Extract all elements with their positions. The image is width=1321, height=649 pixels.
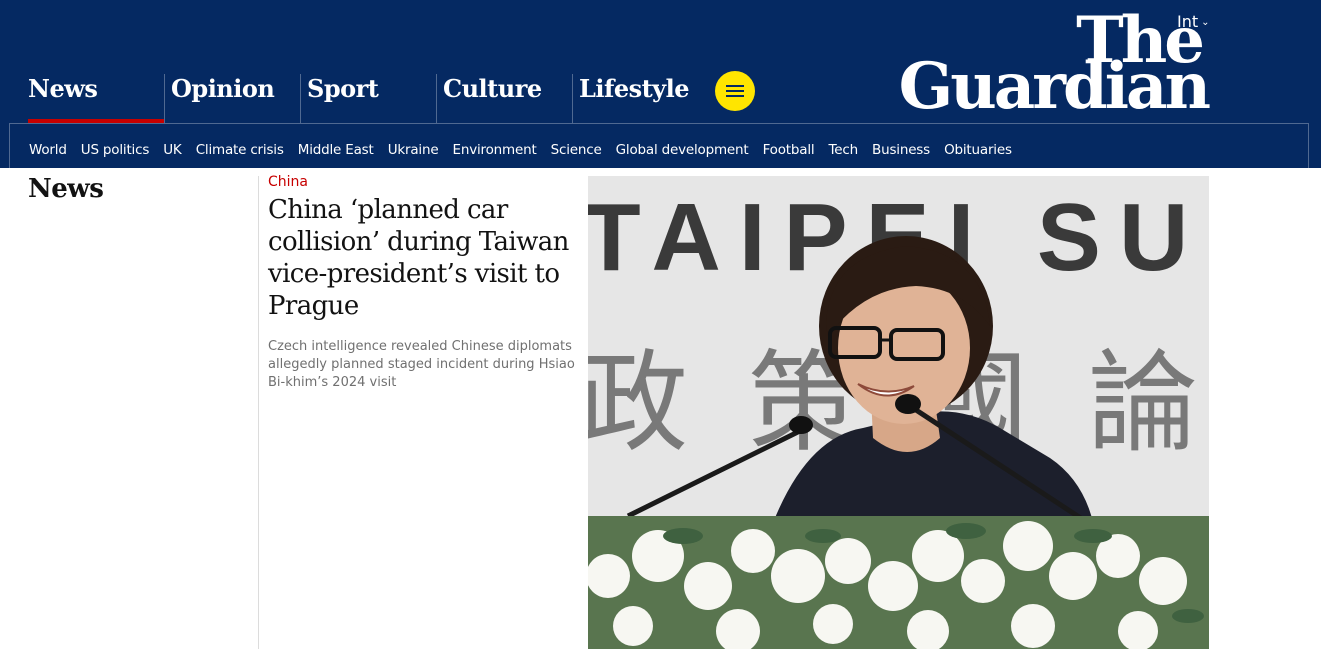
guardian-logo[interactable]: The Guardian [884,6,1211,122]
logo-line-2: Guardian [898,49,1211,124]
subnav: World US politics UK Climate crisis Midd… [9,123,1309,168]
hamburger-icon[interactable] [715,71,755,111]
subnav-item-environment[interactable]: Environment [453,142,537,158]
pillar-news[interactable]: News [28,74,164,123]
pillar-sport[interactable]: Sport [300,74,436,123]
subnav-item-obituaries[interactable]: Obituaries [944,142,1012,158]
article-photo[interactable]: TAIPEI SU 政策國論峰 [588,176,1209,649]
pillar-label: Lifestyle [579,74,690,103]
subnav-item-global-development[interactable]: Global development [616,142,749,158]
pillar-culture[interactable]: Culture [436,74,572,123]
subnav-item-business[interactable]: Business [872,142,930,158]
pillar-label: Culture [443,74,542,103]
pillar-opinion[interactable]: Opinion [164,74,300,123]
subnav-item-climate-crisis[interactable]: Climate crisis [196,142,284,158]
subnav-item-science[interactable]: Science [551,142,602,158]
subnav-item-middle-east[interactable]: Middle East [298,142,374,158]
article-standfirst: Czech intelligence revealed Chinese dipl… [268,339,575,390]
pillar-label: Opinion [171,74,275,103]
article-card[interactable]: China China ‘planned car collision’ duri… [268,174,578,392]
pillar-label: Sport [307,74,379,103]
section-title[interactable]: News [28,174,104,204]
subnav-item-uk[interactable]: UK [163,142,182,158]
masthead: Int ⌄ The Guardian News Opinion Sport Cul… [0,0,1321,168]
subnav-item-ukraine[interactable]: Ukraine [388,142,439,158]
subnav-item-us-politics[interactable]: US politics [81,142,150,158]
article-kicker[interactable]: China [268,174,578,190]
article-headline[interactable]: China ‘planned car collision’ during Tai… [268,194,578,322]
pillar-label: News [28,74,98,103]
pillar-lifestyle[interactable]: Lifestyle [572,74,708,123]
subnav-item-football[interactable]: Football [763,142,815,158]
subnav-item-tech[interactable]: Tech [829,142,859,158]
subnav-item-world[interactable]: World [29,142,67,158]
column-divider [258,176,259,649]
